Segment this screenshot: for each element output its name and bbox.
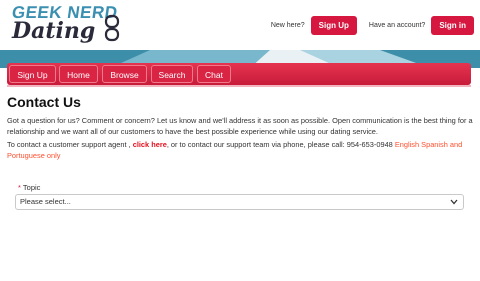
topic-select[interactable]: Please select... (15, 194, 464, 210)
site-header: GEEK NERD Dating New here? Sign Up Have … (0, 0, 480, 50)
logo-text-bottom: Dating (12, 18, 96, 44)
nav-chat[interactable]: Chat (197, 65, 231, 83)
support-paragraph: To contact a customer support agent , cl… (7, 140, 473, 161)
glasses-icon (104, 14, 120, 42)
account-area: New here? Sign Up Have an account? Sign … (271, 15, 474, 35)
header-signin-button[interactable]: Sign in (431, 15, 474, 35)
nav-search[interactable]: Search (151, 65, 193, 83)
page-title: Contact Us (7, 94, 81, 110)
intro-paragraph: Got a question for us? Comment or concer… (7, 116, 473, 136)
click-here-link[interactable]: click here (133, 140, 167, 149)
support-prefix-text: To contact a customer support agent , (7, 140, 131, 149)
main-nav: Sign Up Home Browse Search Chat (7, 63, 471, 85)
have-account-text: Have an account? (368, 21, 426, 29)
nav-home[interactable]: Home (59, 65, 98, 83)
support-phone-text: , or to contact our support team via pho… (166, 140, 393, 149)
required-marker: * (18, 183, 21, 192)
nav-browse[interactable]: Browse (102, 65, 147, 83)
nav-underline (7, 85, 471, 87)
new-here-text: New here? (270, 21, 305, 29)
chevron-down-icon (450, 199, 458, 205)
header-signup-button[interactable]: Sign Up (310, 15, 357, 35)
topic-select-value: Please select... (20, 197, 71, 206)
site-logo[interactable]: GEEK NERD Dating (11, 3, 124, 48)
nav-signup[interactable]: Sign Up (9, 65, 56, 83)
topic-label-text: Topic (22, 183, 41, 192)
topic-label: * Topic (18, 183, 40, 192)
